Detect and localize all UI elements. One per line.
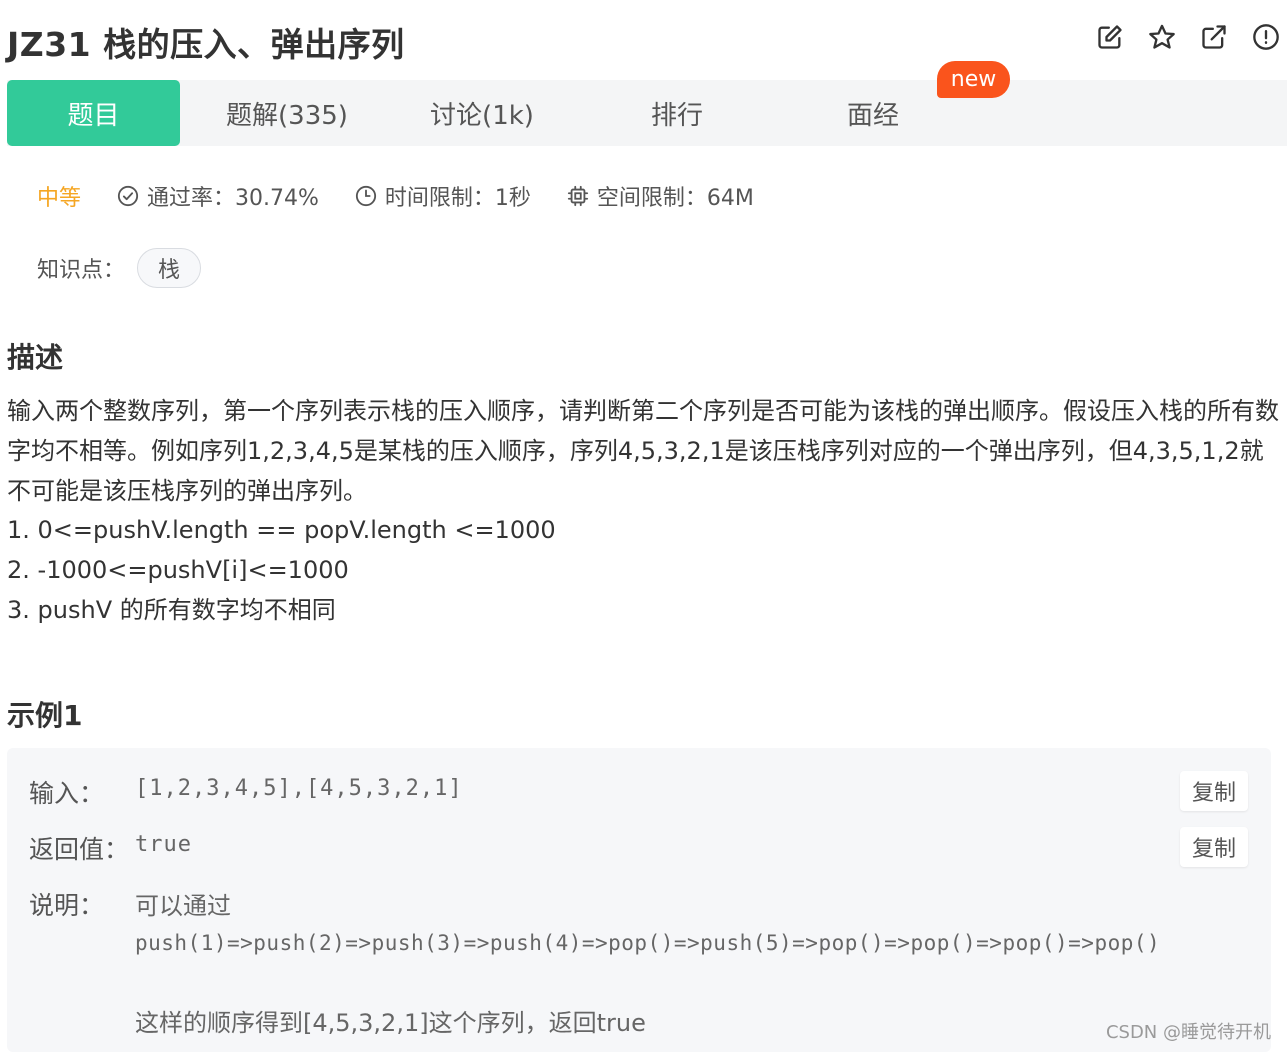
output-label: 返回值： — [29, 835, 130, 864]
output-value: true — [135, 832, 192, 857]
input-label: 输入： — [29, 779, 105, 808]
example-box: 输入： [1,2,3,4,5],[4,5,3,2,1] 复制 返回值： true… — [7, 748, 1271, 1052]
check-circle-icon — [117, 185, 139, 207]
star-icon[interactable] — [1147, 22, 1177, 52]
constraint-item: 2. -1000<=pushV[i]<=1000 — [7, 556, 349, 584]
pass-rate: 通过率：30.74% — [117, 180, 319, 212]
description-text: 输入两个整数序列，第一个序列表示栈的压入顺序，请判断第二个序列是否可能为该栈的弹… — [7, 397, 1279, 505]
knowledge-tag-stack[interactable]: 栈 — [137, 248, 202, 288]
title-actions — [1095, 22, 1281, 52]
tab-discussion[interactable]: 讨论(1k) — [392, 80, 572, 146]
page-title: JZ31 栈的压入、弹出序列 — [7, 25, 405, 64]
space-limit-text: 空间限制：64M — [596, 186, 754, 211]
constraints-list: 1. 0<=pushV.length == popV.length <=1000… — [7, 510, 556, 630]
watermark: CSDN @睡觉待开机 — [1105, 1022, 1271, 1043]
tab-bar: 题目 题解(335) 讨论(1k) 排行 面经 — [7, 80, 1287, 146]
tab-solutions[interactable]: 题解(335) — [197, 80, 377, 146]
explain-label: 说明： — [29, 891, 105, 920]
time-limit-text: 时间限制：1秒 — [384, 186, 531, 211]
meta-row: 中等 通过率：30.74% 时间限制：1秒 空间限制：64M — [37, 180, 790, 212]
description-heading: 描述 — [7, 341, 64, 374]
clock-icon — [355, 185, 376, 207]
copy-input-button[interactable]: 复制 — [1180, 771, 1248, 811]
explain-code: push(1)=>push(2)=>push(3)=>push(4)=>pop(… — [135, 931, 1161, 955]
tab-problem[interactable]: 题目 — [7, 80, 180, 146]
knowledge-label: 知识点： — [37, 258, 126, 283]
report-icon[interactable] — [1251, 22, 1281, 52]
edit-icon[interactable] — [1095, 22, 1125, 52]
time-limit: 时间限制：1秒 — [355, 180, 531, 212]
chip-icon — [567, 185, 588, 207]
new-badge: new — [937, 61, 1010, 98]
input-value: [1,2,3,4,5],[4,5,3,2,1] — [135, 776, 463, 801]
external-link-icon[interactable] — [1199, 22, 1229, 52]
difficulty-label: 中等 — [37, 186, 82, 211]
copy-output-button[interactable]: 复制 — [1180, 827, 1248, 867]
knowledge-row: 知识点： 栈 — [37, 248, 202, 288]
explain-line1: 可以通过 — [135, 892, 231, 920]
tab-ranking[interactable]: 排行 — [587, 80, 767, 146]
title-bar: JZ31 栈的压入、弹出序列 — [0, 0, 1287, 80]
constraint-item: 3. pushV 的所有数字均不相同 — [7, 596, 336, 624]
tab-interview[interactable]: 面经 — [783, 80, 963, 146]
example-heading: 示例1 — [7, 699, 83, 732]
constraint-item: 1. 0<=pushV.length == popV.length <=1000 — [7, 516, 556, 544]
explain-line3: 这样的顺序得到[4,5,3,2,1]这个序列，返回true — [135, 1009, 646, 1037]
space-limit: 空间限制：64M — [567, 180, 754, 212]
pass-rate-text: 通过率：30.74% — [147, 186, 319, 211]
